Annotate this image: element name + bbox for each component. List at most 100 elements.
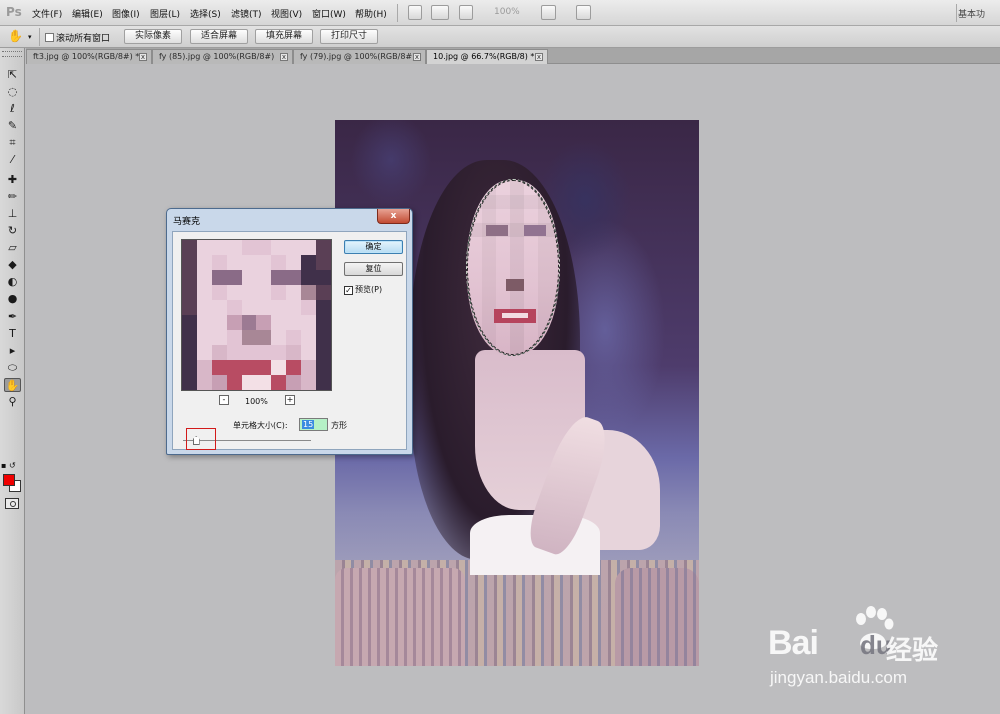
menu-help[interactable]: 帮助(H) bbox=[355, 7, 387, 20]
clone-stamp-tool-icon[interactable]: ⊥ bbox=[4, 207, 21, 221]
spot-healing-tool-icon[interactable]: ✚ bbox=[4, 173, 21, 187]
pen-tool-icon[interactable]: ✒ bbox=[4, 310, 21, 324]
preview-pixel bbox=[316, 270, 331, 285]
close-icon[interactable]: x bbox=[139, 53, 147, 61]
preview-pixel bbox=[226, 375, 242, 390]
tab-fy79[interactable]: fy (79).jpg @ 100%(RGB/8#) x bbox=[293, 49, 426, 64]
watermark-cn: 经验 bbox=[886, 636, 939, 666]
menu-select[interactable]: 选择(S) bbox=[190, 7, 221, 20]
preview-checkbox[interactable]: ✓ 预览(P) bbox=[344, 284, 382, 295]
preview-pixel bbox=[271, 300, 287, 315]
fit-screen-button[interactable]: 适合屏幕 bbox=[190, 29, 248, 44]
preview-pixel bbox=[196, 285, 212, 300]
preview-pixel bbox=[286, 240, 302, 255]
history-brush-tool-icon[interactable]: ↻ bbox=[4, 224, 21, 238]
tab-label: fy (85).jpg @ 100%(RGB/8#) bbox=[159, 52, 275, 61]
foreground-color-swatch[interactable] bbox=[3, 474, 15, 486]
preview-pixel bbox=[271, 330, 287, 345]
eraser-tool-icon[interactable]: ▱ bbox=[4, 241, 21, 255]
ellipse-tool-icon[interactable]: ⬭ bbox=[4, 361, 21, 375]
cell-size-input[interactable]: 15 bbox=[299, 418, 328, 431]
zoom-tool-icon[interactable]: ⚲ bbox=[4, 395, 21, 409]
eyedropper-tool-icon[interactable]: ⁄ bbox=[4, 153, 21, 167]
close-icon[interactable]: x bbox=[535, 53, 543, 61]
zoom-in-button[interactable]: + bbox=[285, 395, 295, 405]
print-size-button[interactable]: 打印尺寸 bbox=[320, 29, 378, 44]
preview-pixel bbox=[316, 330, 331, 345]
cell-size-value: 15 bbox=[302, 420, 315, 429]
dodge-tool-icon[interactable]: ● bbox=[4, 292, 21, 306]
brush-tool-icon[interactable]: ✏ bbox=[4, 190, 21, 204]
actual-pixels-button[interactable]: 实际像素 bbox=[124, 29, 182, 44]
bridge-icon[interactable] bbox=[408, 5, 422, 20]
tab-10jpg[interactable]: 10.jpg @ 66.7%(RGB/8) * x bbox=[426, 49, 548, 64]
workspace-switcher[interactable]: 基本功 bbox=[958, 7, 985, 20]
menu-view[interactable]: 视图(V) bbox=[271, 7, 302, 20]
options-bar: ✋ ▾ 滚动所有窗口 实际像素 适合屏幕 填充屏幕 打印尺寸 bbox=[0, 26, 1000, 48]
zoom-out-button[interactable]: - bbox=[219, 395, 229, 405]
hand-tool-icon[interactable]: ✋ bbox=[4, 378, 21, 392]
menu-image[interactable]: 图像(I) bbox=[112, 7, 140, 20]
preview-pixel bbox=[241, 255, 257, 270]
zoom-level[interactable]: 100% bbox=[494, 7, 520, 17]
screen-mode-icon[interactable] bbox=[576, 5, 591, 20]
preview-pixel bbox=[241, 360, 257, 375]
scroll-all-windows-checkbox[interactable]: 滚动所有窗口 bbox=[45, 31, 110, 44]
panel-grip[interactable] bbox=[2, 51, 22, 57]
menu-layer[interactable]: 图层(L) bbox=[150, 7, 180, 20]
checkbox-icon[interactable] bbox=[45, 33, 54, 42]
elliptical-selection[interactable] bbox=[466, 179, 560, 356]
quick-selection-tool-icon[interactable]: ✎ bbox=[4, 119, 21, 133]
blur-tool-icon[interactable]: ◐ bbox=[4, 275, 21, 289]
preview-pixel bbox=[182, 375, 197, 390]
preview-pixel bbox=[286, 330, 302, 345]
preview-pixel bbox=[286, 270, 302, 285]
path-selection-tool-icon[interactable]: ▸ bbox=[4, 344, 21, 358]
cell-size-label: 单元格大小(C): bbox=[233, 421, 288, 430]
preview-pixel bbox=[271, 345, 287, 360]
menu-window[interactable]: 窗口(W) bbox=[312, 7, 346, 20]
default-colors-icon[interactable]: ▪ ↺ bbox=[1, 461, 16, 470]
preview-pixel bbox=[196, 345, 212, 360]
menu-file[interactable]: 文件(F) bbox=[32, 7, 62, 20]
mini-bridge-icon[interactable] bbox=[431, 5, 449, 20]
preview-pixel bbox=[196, 255, 212, 270]
preview-pixel bbox=[256, 300, 272, 315]
crop-tool-icon[interactable]: ⌗ bbox=[4, 136, 21, 150]
preview-pixel bbox=[182, 315, 197, 330]
paint-bucket-tool-icon[interactable]: ◆ bbox=[4, 258, 21, 272]
type-tool-icon[interactable]: T bbox=[4, 327, 21, 341]
preview-pixel bbox=[286, 255, 302, 270]
filter-preview[interactable] bbox=[181, 239, 332, 391]
marquee-tool-icon[interactable]: ◌ bbox=[4, 85, 21, 99]
checkmark-icon[interactable]: ✓ bbox=[344, 286, 353, 295]
document-tab-bar: ft3.jpg @ 100%(RGB/8#) * x fy (85).jpg @ … bbox=[26, 48, 1000, 64]
preview-pixel bbox=[316, 300, 331, 315]
move-tool-icon[interactable]: ⇱ bbox=[4, 68, 21, 82]
close-icon[interactable]: x bbox=[413, 53, 421, 61]
chevron-down-icon[interactable]: ▾ bbox=[28, 33, 32, 41]
preview-pixel bbox=[196, 360, 212, 375]
mosaic-dialog[interactable]: 马赛克 x - 100% + 确定 复位 ✓ 预览(P) 单元格大小(C): 15… bbox=[166, 208, 413, 455]
ok-button[interactable]: 确定 bbox=[344, 240, 403, 254]
preview-pixel bbox=[226, 300, 242, 315]
preview-pixel bbox=[196, 240, 212, 255]
menu-edit[interactable]: 编辑(E) bbox=[72, 7, 103, 20]
arrange-documents-icon[interactable] bbox=[541, 5, 556, 20]
menu-filter[interactable]: 滤镜(T) bbox=[231, 7, 262, 20]
preview-pixel bbox=[256, 330, 272, 345]
lasso-tool-icon[interactable]: ℓ bbox=[4, 102, 21, 116]
tab-fy85[interactable]: fy (85).jpg @ 100%(RGB/8#) x bbox=[152, 49, 293, 64]
view-extras-icon[interactable] bbox=[459, 5, 473, 20]
fill-screen-button[interactable]: 填充屏幕 bbox=[255, 29, 313, 44]
close-icon[interactable]: x bbox=[280, 53, 288, 61]
tab-ft3[interactable]: ft3.jpg @ 100%(RGB/8#) * x bbox=[26, 49, 152, 64]
preview-pixel bbox=[226, 315, 242, 330]
close-button[interactable]: x bbox=[377, 209, 410, 224]
reset-button[interactable]: 复位 bbox=[344, 262, 403, 276]
menu-divider bbox=[956, 4, 957, 22]
quick-mask-icon[interactable] bbox=[5, 498, 19, 509]
preview-pixel bbox=[301, 315, 317, 330]
preview-pixel bbox=[256, 270, 272, 285]
hand-icon[interactable]: ✋ bbox=[8, 29, 23, 43]
